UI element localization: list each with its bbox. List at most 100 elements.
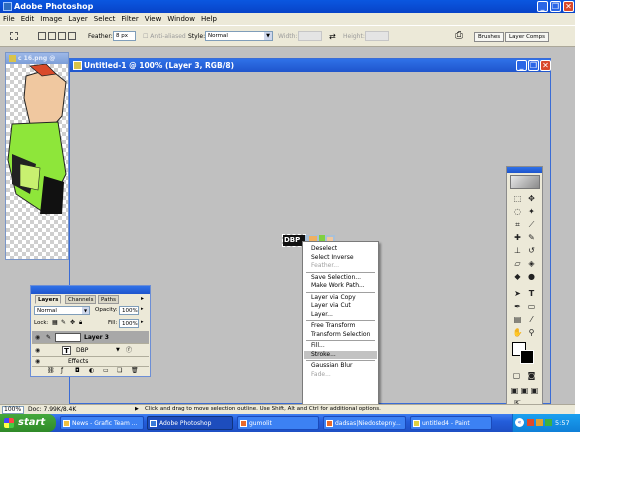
palette-menu-icon[interactable]: ▸ [141, 295, 144, 302]
task-dadsas[interactable]: dadsas|Niedostepny... [323, 416, 406, 430]
eraser-tool-icon[interactable]: ▱ [512, 258, 523, 269]
antialiased-checkbox[interactable]: ☐ Anti-aliased [143, 33, 186, 40]
adjustment-layer-icon[interactable]: ◐ [89, 367, 94, 374]
opacity-input[interactable]: 100% [119, 306, 139, 315]
new-selection-icon[interactable] [38, 32, 46, 40]
history-brush-icon[interactable]: ↺ [526, 245, 537, 256]
marquee-tool-icon[interactable]: ⬚ [512, 193, 523, 204]
brush-link-icon[interactable]: ✎ [46, 334, 51, 341]
lock-position-icon[interactable]: ✥ [70, 319, 75, 326]
new-group-icon[interactable]: ▭ [103, 367, 109, 374]
menu-image[interactable]: Image [37, 13, 65, 25]
lock-all-icon[interactable]: 🔒︎ [79, 319, 82, 327]
doc-close-button[interactable]: ✕ [540, 60, 551, 71]
background-color-swatch[interactable] [520, 350, 534, 364]
menu-window[interactable]: Window [164, 13, 198, 25]
slice-tool-icon[interactable]: ⟋ [526, 219, 537, 230]
menu-item-fade[interactable]: Fade... [304, 371, 377, 379]
brush-tool-icon[interactable]: ✎ [526, 232, 537, 243]
start-button[interactable]: start [0, 414, 56, 432]
blend-mode-select[interactable]: Normal ▼ [34, 306, 90, 315]
healing-brush-icon[interactable]: ✚ [512, 232, 523, 243]
add-selection-icon[interactable] [48, 32, 56, 40]
lock-image-icon[interactable]: ✎ [61, 319, 66, 326]
menu-item-free-transform[interactable]: Free Transform [304, 322, 377, 330]
layer-row-layer-3[interactable]: ◉ ✎ Layer 3 [32, 331, 149, 344]
tab-layer-comps[interactable]: Layer Comps [505, 32, 550, 42]
menu-item-stroke[interactable]: Stroke... [304, 350, 377, 359]
menu-item-fill[interactable]: Fill... [304, 342, 377, 350]
menu-item-layer-via-copy[interactable]: Layer via Copy [304, 294, 377, 302]
thumbnail-title-bar[interactable]: c 16.png @ 1... [6, 53, 68, 73]
dodge-tool-icon[interactable]: ● [526, 271, 537, 282]
task-paint[interactable]: untitled4 - Paint [410, 416, 492, 430]
layer-mask-icon[interactable]: ◘ [75, 367, 80, 374]
menu-item-make-work-path[interactable]: Make Work Path... [304, 282, 377, 290]
fill-input[interactable]: 100% [119, 319, 139, 328]
shape-tool-icon[interactable]: ▭ [526, 301, 537, 312]
layer-style-icon[interactable]: ƒ [61, 367, 63, 374]
menu-item-deselect[interactable]: Deselect [304, 245, 377, 253]
layer-row-dbp[interactable]: ◉ T DBP ▼ ⓕ [32, 344, 149, 357]
link-layers-icon[interactable]: ⛓ [47, 367, 55, 374]
clone-stamp-icon[interactable]: ⊥ [512, 245, 523, 256]
menu-view[interactable]: View [142, 13, 165, 25]
tray-app-icon[interactable] [545, 419, 552, 426]
menu-item-layer-via-cut[interactable]: Layer via Cut [304, 302, 377, 310]
hand-tool-icon[interactable]: ✋ [512, 327, 523, 338]
move-tool-icon[interactable]: ✥ [526, 193, 537, 204]
tray-app-icon[interactable] [536, 419, 543, 426]
task-news[interactable]: News - Grafic Team ... [60, 416, 144, 430]
doc-minimize-button[interactable]: _ [516, 60, 527, 71]
marquee-preset-icon[interactable] [10, 32, 18, 40]
fill-arrow-icon[interactable]: ▸ [141, 319, 144, 325]
tab-paths[interactable]: Paths [98, 295, 119, 304]
menu-file[interactable]: File [0, 13, 18, 25]
height-input[interactable] [365, 31, 389, 41]
style-select[interactable]: Normal ▼ [205, 31, 273, 41]
paint-bucket-icon[interactable]: ◈ [526, 258, 537, 269]
minimize-button[interactable]: _ [537, 1, 548, 12]
menu-item-save-selection[interactable]: Save Selection... [304, 274, 377, 282]
zoom-field[interactable]: 100% [2, 406, 24, 414]
new-layer-icon[interactable]: ❏ [117, 367, 122, 374]
quick-mask-icon[interactable]: ◙ [526, 370, 537, 381]
notes-tool-icon[interactable]: ▤ [512, 314, 523, 325]
opacity-arrow-icon[interactable]: ▸ [141, 306, 144, 312]
thumbnail-document-window[interactable]: c 16.png @ 1... [5, 52, 69, 260]
document-title-bar[interactable]: Untitled-1 @ 100% (Layer 3, RGB/8) _ ❐ ✕ [70, 59, 551, 72]
visibility-eye-icon[interactable]: ◉ [35, 347, 42, 354]
intersect-selection-icon[interactable] [68, 32, 76, 40]
expand-effects-icon[interactable]: ▼ [116, 344, 120, 357]
tab-brushes[interactable]: Brushes [474, 32, 505, 42]
standard-mode-icon[interactable]: ▢ [511, 370, 522, 381]
toolbox-title-bar[interactable] [507, 167, 542, 173]
menu-select[interactable]: Select [91, 13, 119, 25]
menu-layer[interactable]: Layer [65, 13, 91, 25]
layers-title-bar[interactable] [31, 286, 150, 294]
crop-tool-icon[interactable]: ⌗ [512, 219, 523, 230]
tab-layers[interactable]: Layers [35, 295, 62, 304]
subtract-selection-icon[interactable] [58, 32, 66, 40]
menu-item-layer[interactable]: Layer... [304, 311, 377, 319]
status-menu-icon[interactable]: ▶ [135, 405, 139, 414]
tray-expand-icon[interactable]: « [515, 418, 524, 427]
restore-button[interactable]: ❐ [550, 1, 561, 12]
zoom-tool-icon[interactable]: ⚲ [526, 327, 537, 338]
magic-wand-icon[interactable]: ✦ [526, 206, 537, 217]
visibility-eye-icon[interactable]: ◉ [35, 358, 42, 365]
delete-layer-icon[interactable]: 🗑︎ [131, 367, 139, 374]
close-button[interactable]: ✕ [563, 1, 574, 12]
path-select-icon[interactable]: ➤ [512, 288, 523, 299]
visibility-eye-icon[interactable]: ◉ [35, 334, 42, 341]
lasso-tool-icon[interactable]: ◌ [512, 206, 523, 217]
menu-filter[interactable]: Filter [118, 13, 141, 25]
task-photoshop[interactable]: Adobe Photoshop [147, 416, 233, 430]
printer-icon[interactable]: ⎙ [455, 30, 463, 41]
menu-help[interactable]: Help [198, 13, 220, 25]
tray-app-icon[interactable] [527, 419, 534, 426]
menu-edit[interactable]: Edit [18, 13, 38, 25]
tab-channels[interactable]: Channels [65, 295, 97, 304]
task-gumolit[interactable]: gumolit [237, 416, 319, 430]
width-input[interactable] [298, 31, 322, 41]
